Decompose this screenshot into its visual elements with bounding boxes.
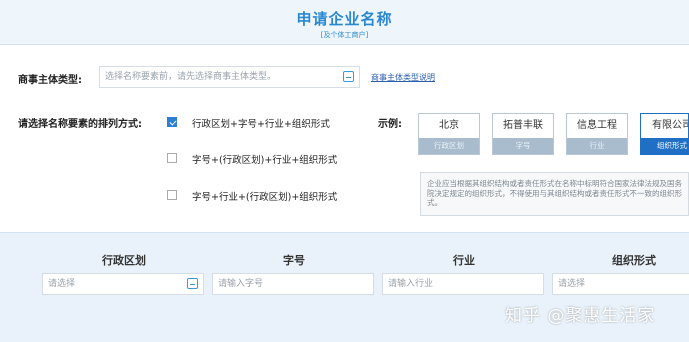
checkbox[interactable] [167,190,177,200]
checkbox[interactable] [167,153,177,163]
org-form-select[interactable]: 请选择 [552,273,689,295]
order-label: 请选择名称要素的排列方式: [18,119,142,130]
example-card-name: 拓普丰联 字号 [492,113,554,155]
example-word: 拓普丰联 [503,120,543,131]
order-option-label: 行政区划+字号+行业+组织形式 [192,119,330,130]
example-word: 有限公司 [652,120,689,131]
trade-name-placeholder: 请输入字号 [218,279,264,289]
industry-input[interactable]: 请输入行业 [382,273,544,295]
entity-type-label: 商事主体类型: [18,75,82,86]
example-label: 示例: [378,119,402,130]
order-option-1[interactable]: 行政区划+字号+行业+组织形式 [167,117,367,131]
watermark-text: 知乎 @聚惠生活家 [505,306,656,326]
entity-type-select[interactable]: 选择名称要素前，请先选择商事主体类型。 [99,66,360,88]
region-select[interactable]: 请选择 [42,273,204,295]
example-part: 行政区划 [419,138,479,154]
order-option-label: 字号+(行政区划)+行业+组织形式 [192,155,338,166]
org-form-hint: 企业应当根据其组织结构或者责任形式在名称中标明符合国家法律法规及国务院决定规定的… [420,172,689,216]
trade-name-input[interactable]: 请输入字号 [212,273,374,295]
example-part: 字号 [493,138,553,154]
example-word: 北京 [439,120,459,131]
field-header-region: 行政区划 [102,254,146,267]
checkbox[interactable] [167,117,177,127]
region-placeholder: 请选择 [48,279,76,289]
picker-icon[interactable] [187,278,198,289]
industry-placeholder: 请输入行业 [388,279,434,289]
example-part: 组织形式 [641,138,688,154]
example-word: 信息工程 [577,120,617,131]
page-title: 申请企业名称 [296,10,393,28]
example-part: 行业 [567,138,627,154]
entity-type-help-link[interactable]: 商事主体类型说明 [371,72,435,83]
page-subtitle: [及个体工商户] [320,31,369,39]
order-option-2[interactable]: 字号+(行政区划)+行业+组织形式 [167,153,367,167]
field-header-industry: 行业 [453,254,475,267]
order-option-label: 字号+行业+(行政区划)+组织形式 [192,192,338,203]
order-option-3[interactable]: 字号+行业+(行政区划)+组织形式 [167,190,367,204]
picker-icon[interactable] [343,71,354,82]
org-form-placeholder: 请选择 [558,279,586,289]
field-header-org-form: 组织形式 [612,254,656,267]
example-card-org-form: 有限公司 组织形式 [640,113,689,155]
entity-type-placeholder: 选择名称要素前，请先选择商事主体类型。 [105,72,277,82]
example-card-region: 北京 行政区划 [418,113,480,155]
field-header-name: 字号 [283,254,305,267]
example-card-industry: 信息工程 行业 [566,113,628,155]
